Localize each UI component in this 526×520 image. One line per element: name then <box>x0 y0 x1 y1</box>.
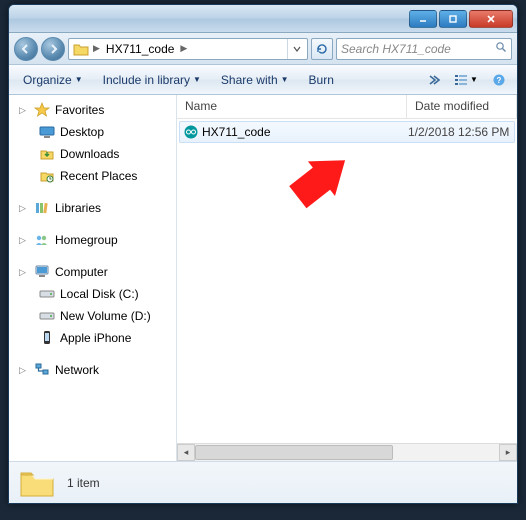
file-name: HX711_code <box>202 125 408 139</box>
nav-libraries[interactable]: ▷ Libraries <box>9 197 176 219</box>
nav-item-label: Apple iPhone <box>60 331 131 345</box>
nav-local-disk-c[interactable]: Local Disk (C:) <box>9 283 176 305</box>
organize-button[interactable]: Organize▼ <box>15 69 91 91</box>
more-button[interactable] <box>421 69 445 91</box>
explorer-body: ▷ Favorites Desktop Downloads Recent Pla… <box>9 95 517 461</box>
breadcrumb-segment[interactable]: HX711_code <box>102 39 179 59</box>
scroll-right-button[interactable]: ▸ <box>499 444 517 461</box>
arrow-annotation <box>277 141 357 231</box>
libraries-icon <box>34 200 50 216</box>
expander-icon[interactable]: ▷ <box>19 235 29 246</box>
close-button[interactable] <box>469 10 513 28</box>
nav-label: Libraries <box>55 201 101 215</box>
back-button[interactable] <box>14 37 38 61</box>
folder-icon <box>71 42 91 56</box>
scroll-thumb[interactable] <box>195 445 393 460</box>
drive-icon <box>39 286 55 302</box>
horizontal-scrollbar[interactable]: ◂ ▸ <box>177 443 517 461</box>
address-row: ▶ HX711_code ▶ Search HX711_code <box>9 33 517 65</box>
search-input[interactable]: Search HX711_code <box>336 38 512 60</box>
nav-item-label: Desktop <box>60 125 104 139</box>
scroll-track[interactable] <box>195 444 499 461</box>
address-bar[interactable]: ▶ HX711_code ▶ <box>68 38 308 60</box>
file-row[interactable]: HX711_code 1/2/2018 12:56 PM <box>179 121 515 143</box>
content-pane: Name Date modified HX711_code 1/2/2018 1… <box>177 95 517 461</box>
search-placeholder: Search HX711_code <box>341 42 451 56</box>
nav-desktop[interactable]: Desktop <box>9 121 176 143</box>
nav-homegroup[interactable]: ▷ Homegroup <box>9 229 176 251</box>
nav-label: Favorites <box>55 103 104 117</box>
scroll-left-button[interactable]: ◂ <box>177 444 195 461</box>
search-icon <box>495 41 507 56</box>
nav-item-label: Downloads <box>60 147 119 161</box>
expander-icon[interactable]: ▷ <box>19 203 29 214</box>
svg-text:?: ? <box>497 76 502 85</box>
status-bar: 1 item <box>9 461 517 503</box>
burn-button[interactable]: Burn <box>301 69 342 91</box>
status-text: 1 item <box>67 476 100 490</box>
nav-apple-iphone[interactable]: Apple iPhone <box>9 327 176 349</box>
recent-icon <box>39 168 55 184</box>
explorer-window: ▶ HX711_code ▶ Search HX711_code Organiz… <box>8 4 518 504</box>
nav-recent[interactable]: Recent Places <box>9 165 176 187</box>
downloads-icon <box>39 146 55 162</box>
nav-item-label: New Volume (D:) <box>60 309 151 323</box>
nav-label: Computer <box>55 265 108 279</box>
network-icon <box>34 362 50 378</box>
star-icon <box>34 102 50 118</box>
expander-icon[interactable]: ▷ <box>19 365 29 376</box>
toolbar: Organize▼ Include in library▼ Share with… <box>9 65 517 95</box>
drive-icon <box>39 308 55 324</box>
desktop-icon <box>39 124 55 140</box>
forward-button[interactable] <box>41 37 65 61</box>
nav-computer[interactable]: ▷ Computer <box>9 261 176 283</box>
expander-icon[interactable]: ▷ <box>19 267 29 278</box>
nav-downloads[interactable]: Downloads <box>9 143 176 165</box>
phone-icon <box>39 330 55 346</box>
titlebar[interactable] <box>9 5 517 33</box>
include-library-button[interactable]: Include in library▼ <box>95 69 209 91</box>
file-list[interactable]: HX711_code 1/2/2018 12:56 PM <box>177 119 517 443</box>
navigation-pane[interactable]: ▷ Favorites Desktop Downloads Recent Pla… <box>9 95 177 461</box>
nav-item-label: Local Disk (C:) <box>60 287 139 301</box>
chevron-right-icon[interactable]: ▶ <box>91 43 102 54</box>
nav-label: Homegroup <box>55 233 118 247</box>
nav-item-label: Recent Places <box>60 169 137 183</box>
homegroup-icon <box>34 232 50 248</box>
maximize-button[interactable] <box>439 10 467 28</box>
arduino-file-icon <box>180 124 202 140</box>
computer-icon <box>34 264 50 280</box>
folder-large-icon <box>19 467 55 499</box>
column-date[interactable]: Date modified <box>407 95 517 118</box>
nav-network[interactable]: ▷ Network <box>9 359 176 381</box>
help-button[interactable]: ? <box>487 69 511 91</box>
column-name[interactable]: Name <box>177 95 407 118</box>
file-date: 1/2/2018 12:56 PM <box>408 125 514 139</box>
chevron-right-icon[interactable]: ▶ <box>178 43 189 54</box>
nav-new-volume-d[interactable]: New Volume (D:) <box>9 305 176 327</box>
view-button[interactable]: ▼ <box>449 69 483 91</box>
column-header-row: Name Date modified <box>177 95 517 119</box>
nav-label: Network <box>55 363 99 377</box>
share-with-button[interactable]: Share with▼ <box>213 69 297 91</box>
address-dropdown[interactable] <box>287 39 305 59</box>
refresh-button[interactable] <box>311 38 333 60</box>
nav-favorites[interactable]: ▷ Favorites <box>9 99 176 121</box>
expander-icon[interactable]: ▷ <box>19 105 29 116</box>
minimize-button[interactable] <box>409 10 437 28</box>
